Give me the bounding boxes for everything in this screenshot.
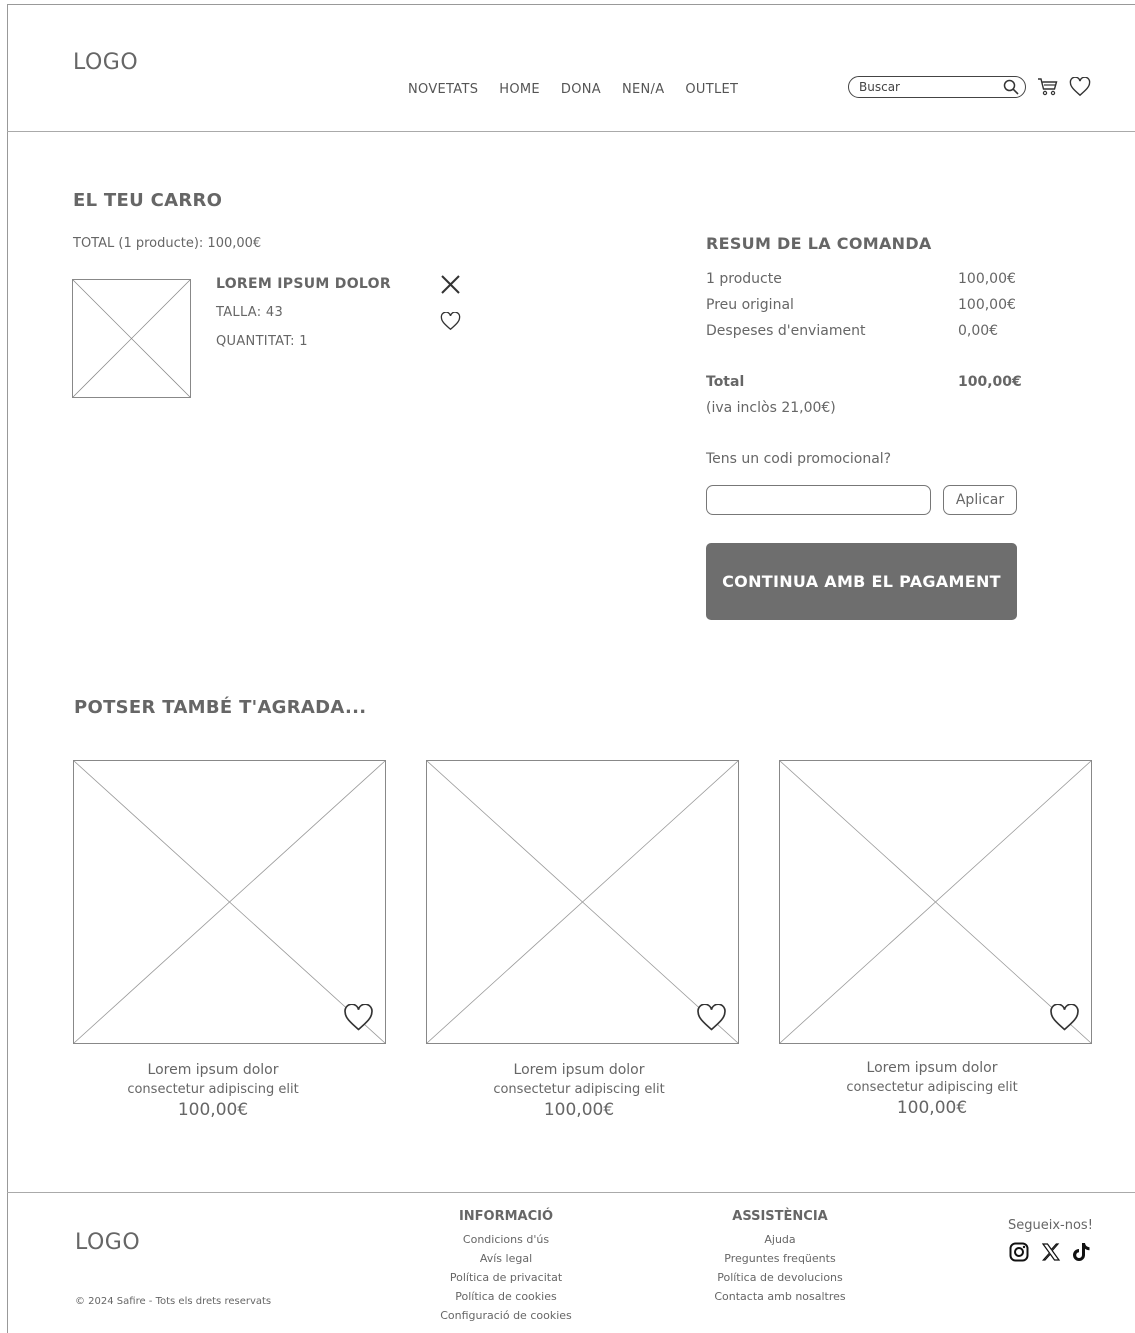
product-heart-icon[interactable] [1049, 1004, 1080, 1032]
cart-total-line: TOTAL (1 producte): 100,00€ [73, 236, 262, 251]
social-icons [1009, 1242, 1091, 1262]
social-title: Segueix-nos! [1008, 1218, 1093, 1233]
nav-outlet[interactable]: OUTLET [685, 82, 738, 97]
summary-row-value: 100,00€ [958, 271, 1016, 287]
search-icon[interactable] [1003, 79, 1019, 95]
summary-row-products: 1 producte 100,00€ [706, 271, 1018, 287]
summary-row-label: Preu original [706, 297, 794, 313]
promo-code-input[interactable] [706, 485, 931, 515]
footer-info-column: INFORMACIÓ Condicions d'ús Avís legal Po… [431, 1209, 581, 1325]
product-price: 100,00€ [177, 1100, 249, 1120]
footer-logo[interactable]: LOGO [75, 1230, 140, 1255]
product-description: consectetur adipiscing elit [493, 1082, 665, 1097]
wishlist-heart-icon[interactable] [1069, 77, 1091, 97]
header-logo[interactable]: LOGO [73, 50, 138, 75]
summary-row-value: 100,00€ [958, 297, 1016, 313]
product-card-info: Lorem ipsum dolor consectetur adipiscing… [439, 1062, 719, 1120]
tiktok-icon[interactable] [1073, 1242, 1091, 1262]
search-bar[interactable]: Buscar [848, 76, 1026, 98]
product-description: consectetur adipiscing elit [127, 1082, 299, 1097]
header-divider [7, 131, 1135, 132]
product-card-image[interactable] [426, 760, 739, 1044]
footer-link-legal-notice[interactable]: Avís legal [431, 1249, 581, 1268]
product-price: 100,00€ [896, 1098, 968, 1118]
summary-row-original-price: Preu original 100,00€ [706, 297, 1018, 313]
recommendations-title: POTSER TAMBÉ T'AGRADA... [74, 697, 367, 718]
footer-info-title: INFORMACIÓ [458, 1209, 554, 1224]
summary-total-label: Total [706, 374, 745, 390]
footer-link-privacy[interactable]: Política de privacitat [431, 1268, 581, 1287]
remove-item-close-icon[interactable] [440, 274, 461, 295]
cart-icon[interactable] [1037, 76, 1059, 98]
search-input[interactable]: Buscar [859, 80, 1003, 94]
footer-link-help[interactable]: Ajuda [695, 1230, 865, 1249]
cart-item-image[interactable] [72, 279, 191, 398]
summary-total-row: Total 100,00€ [706, 374, 1022, 390]
product-name[interactable]: Lorem ipsum dolor [792, 1060, 1072, 1076]
copyright: © 2024 Safire - Tots els drets reservats [75, 1296, 272, 1307]
footer-support-title: ASSISTÈNCIA [732, 1209, 828, 1224]
product-description: consectetur adipiscing elit [846, 1080, 1018, 1095]
instagram-icon[interactable] [1009, 1242, 1029, 1262]
cart-item-quantity: QUANTITAT: 1 [216, 334, 308, 349]
promo-question: Tens un codi promocional? [706, 451, 892, 467]
cart-title: EL TEU CARRO [73, 190, 223, 211]
x-icon[interactable] [1041, 1242, 1061, 1262]
cart-item-name[interactable]: LOREM IPSUM DOLOR [216, 276, 391, 292]
nav-novetats[interactable]: NOVETATS [408, 82, 478, 97]
save-item-heart-icon[interactable] [440, 312, 461, 331]
summary-row-shipping: Despeses d'enviament 0,00€ [706, 323, 1018, 339]
main-nav: NOVETATS HOME DONA NEN/A OUTLET [408, 82, 759, 97]
nav-home[interactable]: HOME [499, 82, 540, 97]
nav-nen-a[interactable]: NEN/A [622, 82, 664, 97]
nav-dona[interactable]: DONA [561, 82, 601, 97]
footer-link-contact[interactable]: Contacta amb nosaltres [695, 1287, 865, 1306]
summary-title: RESUM DE LA COMANDA [706, 234, 932, 253]
product-card-image[interactable] [73, 760, 386, 1044]
product-heart-icon[interactable] [343, 1004, 374, 1032]
product-card-info: Lorem ipsum dolor consectetur adipiscing… [73, 1062, 353, 1120]
product-card-info: Lorem ipsum dolor consectetur adipiscing… [792, 1060, 1072, 1118]
footer-link-cookies-settings[interactable]: Configuració de cookies [431, 1306, 581, 1325]
summary-row-label: Despeses d'enviament [706, 323, 866, 339]
footer-link-returns[interactable]: Política de devolucions [695, 1268, 865, 1287]
footer-link-terms[interactable]: Condicions d'ús [431, 1230, 581, 1249]
continue-to-payment-button[interactable]: CONTINUA AMB EL PAGAMENT [706, 543, 1017, 620]
product-name[interactable]: Lorem ipsum dolor [73, 1062, 353, 1078]
vat-note: (iva inclòs 21,00€) [706, 400, 836, 416]
product-heart-icon[interactable] [696, 1004, 727, 1032]
product-card-image[interactable] [779, 760, 1092, 1044]
product-price: 100,00€ [543, 1100, 615, 1120]
footer-link-faq[interactable]: Preguntes freqüents [695, 1249, 865, 1268]
cart-item-size: TALLA: 43 [216, 305, 284, 320]
summary-row-label: 1 producte [706, 271, 782, 287]
footer-divider [7, 1192, 1135, 1193]
product-name[interactable]: Lorem ipsum dolor [439, 1062, 719, 1078]
summary-row-value: 0,00€ [958, 323, 999, 339]
summary-total-value: 100,00€ [958, 374, 1022, 390]
apply-promo-button[interactable]: Aplicar [943, 485, 1017, 515]
footer-support-column: ASSISTÈNCIA Ajuda Preguntes freqüents Po… [695, 1209, 865, 1306]
footer-link-cookies-policy[interactable]: Política de cookies [431, 1287, 581, 1306]
